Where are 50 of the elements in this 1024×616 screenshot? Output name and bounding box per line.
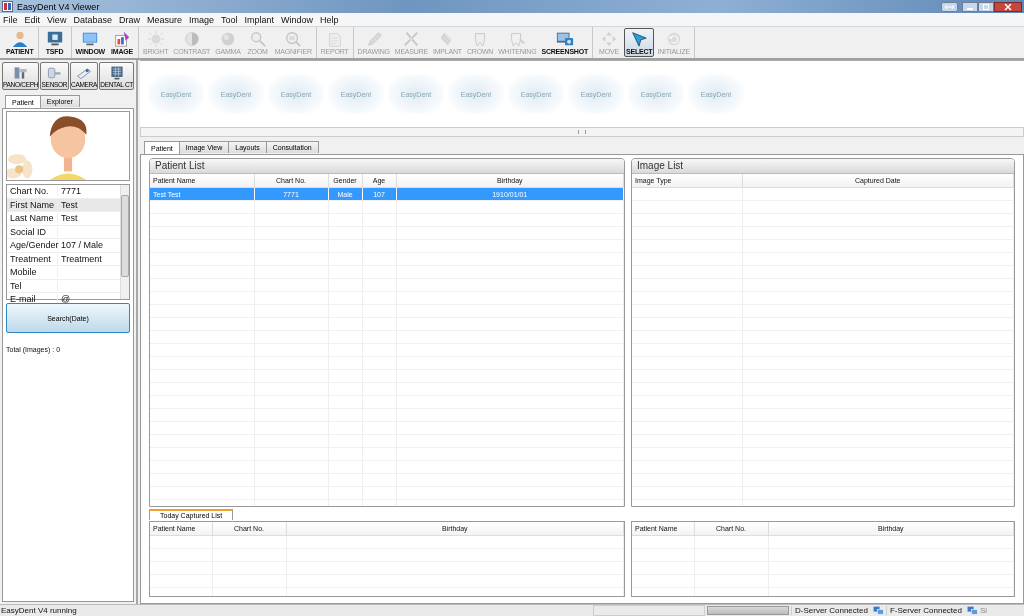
menu-item[interactable]: Edit bbox=[23, 14, 47, 25]
field-value: 107 / Male bbox=[60, 240, 104, 251]
network-icon bbox=[872, 605, 884, 616]
menu-item[interactable]: Image bbox=[187, 14, 220, 25]
magnifier-icon bbox=[248, 30, 267, 48]
close-icon[interactable] bbox=[994, 1, 1022, 12]
monitor-icon bbox=[45, 30, 64, 48]
field-value: @ bbox=[60, 294, 71, 305]
tooth-icon bbox=[508, 30, 527, 48]
field-value: Test bbox=[60, 213, 78, 224]
field-label: Age/Gender bbox=[7, 240, 58, 251]
field-value: 7771 bbox=[60, 186, 82, 197]
contrast-icon bbox=[182, 30, 201, 48]
server-status: D-Server Connected bbox=[791, 606, 871, 615]
magnifier-icon bbox=[284, 30, 303, 48]
scroll-bar[interactable] bbox=[140, 127, 1024, 137]
resize-icon[interactable] bbox=[941, 1, 958, 12]
sun-icon bbox=[146, 30, 165, 48]
window-title: EasyDent V4 Viewer bbox=[17, 1, 100, 12]
menu-item[interactable]: Draw bbox=[117, 14, 146, 25]
move-icon bbox=[600, 30, 619, 48]
field-label: Tel bbox=[7, 280, 58, 291]
field-label: First Name bbox=[7, 199, 58, 210]
network-icon bbox=[966, 605, 978, 616]
field-label: Chart No. bbox=[7, 186, 58, 197]
person-icon bbox=[10, 30, 29, 48]
monitor-icon bbox=[81, 30, 100, 48]
menu-item[interactable]: Measure bbox=[145, 14, 188, 25]
field-value: Treatment bbox=[60, 253, 102, 264]
field-label: Treatment bbox=[7, 253, 58, 264]
scroll-bar[interactable] bbox=[120, 185, 129, 299]
field-label: Social ID bbox=[7, 226, 58, 237]
status-text: Si bbox=[979, 606, 988, 615]
field-label: Mobile bbox=[7, 267, 58, 278]
panel-title: Patient List bbox=[150, 159, 624, 174]
menu-item[interactable]: Tool bbox=[219, 14, 244, 25]
field-label: Last Name bbox=[7, 213, 58, 224]
maximize-icon[interactable] bbox=[978, 1, 994, 12]
field-value: Test bbox=[60, 199, 78, 210]
menu-item[interactable]: Implant bbox=[243, 14, 280, 25]
status-message: EasyDent V4 running bbox=[0, 606, 78, 615]
minimize-icon[interactable] bbox=[962, 1, 978, 12]
menu-item[interactable]: Database bbox=[72, 14, 118, 25]
menu-item[interactable]: Help bbox=[319, 14, 345, 25]
panel-title: Image List bbox=[632, 159, 1014, 174]
menu-item[interactable]: View bbox=[46, 14, 73, 25]
server-status: F-Server Connected bbox=[885, 606, 965, 615]
cursor-icon bbox=[630, 30, 649, 48]
menu-item[interactable]: File bbox=[2, 14, 24, 25]
menu-item[interactable]: Window bbox=[280, 14, 319, 25]
